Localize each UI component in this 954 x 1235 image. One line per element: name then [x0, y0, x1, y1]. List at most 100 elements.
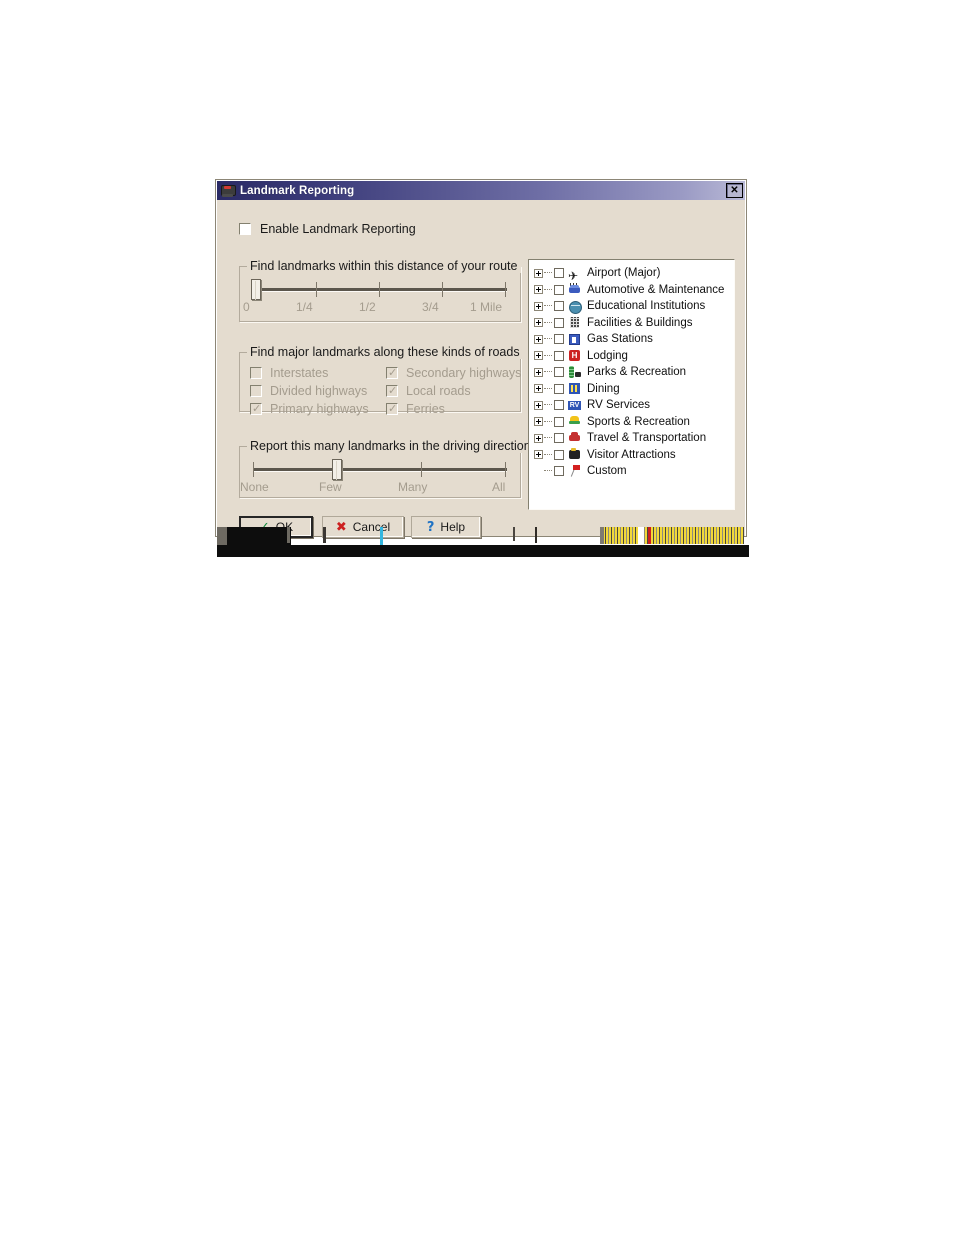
tree-item-visitor-attractions[interactable]: Visitor Attractions — [529, 447, 734, 464]
tree-item-automotive[interactable]: Automotive & Maintenance — [529, 282, 734, 299]
interstates-label: Interstates — [270, 366, 329, 380]
road-checkbox-primary-highways[interactable]: ✓ Primary highways — [250, 400, 369, 418]
automotive-checkbox[interactable] — [554, 284, 564, 295]
visitor-attractions-checkbox[interactable] — [554, 449, 564, 460]
help-button-label: Help — [440, 520, 466, 534]
tree-item-airport[interactable]: ✈ Airport (Major) — [529, 265, 734, 282]
road-checkbox-secondary-highways[interactable]: ✓ Secondary highways — [386, 364, 521, 382]
tree-label: Parks & Recreation — [587, 366, 687, 379]
title-bar[interactable]: Landmark Reporting ✕ — [217, 181, 745, 200]
tree-label: Visitor Attractions — [587, 448, 676, 461]
sports-checkbox[interactable] — [554, 416, 564, 427]
gas-stations-checkbox[interactable] — [554, 334, 564, 345]
parks-checkbox[interactable] — [554, 367, 564, 378]
expand-plus-icon[interactable] — [534, 301, 543, 311]
roads-group: Find major landmarks along these kinds o… — [239, 345, 523, 416]
local-roads-checkbox[interactable]: ✓ — [386, 385, 398, 397]
report-amount-slider-thumb[interactable] — [332, 459, 342, 480]
enable-landmark-reporting-checkbox[interactable] — [239, 223, 251, 235]
distance-slider-track[interactable] — [253, 288, 507, 291]
lodging-checkbox[interactable] — [554, 350, 564, 361]
expand-plus-icon[interactable] — [534, 367, 543, 377]
tree-label: Airport (Major) — [587, 267, 661, 280]
airport-checkbox[interactable] — [554, 268, 564, 279]
map-monitor-icon — [220, 183, 236, 198]
road-checkbox-interstates[interactable]: Interstates — [250, 364, 369, 382]
educational-checkbox[interactable] — [554, 301, 564, 312]
tree-item-travel[interactable]: Travel & Transportation — [529, 430, 734, 447]
distance-group: Find landmarks within this distance of y… — [239, 259, 521, 322]
tree-item-parks[interactable]: Parks & Recreation — [529, 364, 734, 381]
scan-artifact-bottom-edge — [217, 545, 749, 557]
primary-highways-checkbox[interactable]: ✓ — [250, 403, 262, 415]
report-amount-slider[interactable] — [253, 459, 507, 480]
tree-item-facilities[interactable]: Facilities & Buildings — [529, 315, 734, 332]
park-tree-icon — [568, 365, 582, 379]
tree-label: Facilities & Buildings — [587, 316, 693, 329]
custom-checkbox[interactable] — [554, 466, 564, 477]
report-tick-none: None — [240, 480, 269, 494]
rv-icon: RV — [568, 400, 581, 410]
landmark-category-tree[interactable]: ✈ Airport (Major) Automotive & Maintenan… — [528, 259, 735, 510]
expand-plus-icon[interactable] — [534, 417, 543, 427]
tree-item-dining[interactable]: Dining — [529, 381, 734, 398]
building-icon — [568, 316, 582, 329]
distance-slider[interactable] — [251, 279, 507, 300]
tree-label: Automotive & Maintenance — [587, 283, 725, 296]
facilities-checkbox[interactable] — [554, 317, 564, 328]
expand-plus-icon[interactable] — [534, 285, 543, 295]
question-mark-icon: ? — [426, 519, 435, 535]
expand-plus-icon[interactable] — [534, 384, 543, 394]
secondary-highways-checkbox[interactable]: ✓ — [386, 367, 398, 379]
expand-plus-icon[interactable] — [534, 433, 543, 443]
enable-landmark-reporting-row[interactable]: Enable Landmark Reporting — [239, 222, 416, 236]
expand-plus-icon[interactable] — [534, 268, 543, 278]
tree-item-gas-stations[interactable]: Gas Stations — [529, 331, 734, 348]
primary-highways-label: Primary highways — [270, 402, 369, 416]
tree-label: RV Services — [587, 399, 651, 412]
tree-item-educational[interactable]: Educational Institutions — [529, 298, 734, 315]
tree-item-sports[interactable]: Sports & Recreation — [529, 414, 734, 431]
scan-artifact-bar — [287, 527, 290, 543]
report-amount-tick-labels: None Few Many All — [240, 480, 514, 494]
local-roads-label: Local roads — [406, 384, 471, 398]
ferries-checkbox[interactable]: ✓ — [386, 403, 398, 415]
distance-slider-thumb[interactable] — [251, 279, 261, 300]
secondary-highways-label: Secondary highways — [406, 366, 522, 380]
road-checkbox-local-roads[interactable]: ✓ Local roads — [386, 382, 521, 400]
road-checkbox-ferries[interactable]: ✓ Ferries — [386, 400, 521, 418]
expand-plus-icon[interactable] — [534, 318, 543, 328]
distance-tick-labels: 0 1/4 1/2 3/4 1 Mile — [243, 300, 514, 314]
dialog-body: Enable Landmark Reporting Find landmarks… — [217, 200, 749, 557]
expand-plus-icon[interactable] — [534, 334, 543, 344]
camera-icon — [568, 448, 582, 461]
divided-highways-checkbox[interactable] — [250, 385, 262, 397]
distance-tick-4: 1 Mile — [470, 300, 503, 314]
tree-item-lodging[interactable]: H Lodging — [529, 348, 734, 365]
airplane-icon: ✈ — [568, 268, 579, 283]
car-icon — [568, 283, 582, 296]
cancel-button[interactable]: ✖ Cancel — [322, 516, 404, 538]
expand-plus-icon[interactable] — [534, 351, 543, 361]
rv-services-checkbox[interactable] — [554, 400, 564, 411]
help-button[interactable]: ? Help — [411, 516, 481, 538]
expand-plus-icon[interactable] — [534, 400, 543, 410]
tree-item-custom[interactable]: Custom — [529, 463, 734, 480]
tree-item-rv-services[interactable]: RV RV Services — [529, 397, 734, 414]
tree-label: Sports & Recreation — [587, 415, 690, 428]
interstates-checkbox[interactable] — [250, 367, 262, 379]
road-checkbox-divided-highways[interactable]: Divided highways — [250, 382, 369, 400]
travel-checkbox[interactable] — [554, 433, 564, 444]
dining-checkbox[interactable] — [554, 383, 564, 394]
report-amount-group: Report this many landmarks in the drivin… — [239, 439, 540, 498]
tree-label: Dining — [587, 382, 620, 395]
tree-label: Educational Institutions — [587, 300, 706, 313]
divided-highways-label: Divided highways — [270, 384, 368, 398]
distance-group-legend: Find landmarks within this distance of y… — [247, 259, 521, 273]
scan-artifact-gray — [217, 527, 227, 545]
cancel-button-label: Cancel — [352, 520, 391, 534]
expand-plus-icon[interactable] — [534, 450, 543, 460]
close-icon[interactable]: ✕ — [726, 183, 743, 198]
report-amount-slider-track[interactable] — [253, 468, 507, 471]
landmark-reporting-dialog: Landmark Reporting ✕ Enable Landmark Rep… — [215, 179, 749, 557]
